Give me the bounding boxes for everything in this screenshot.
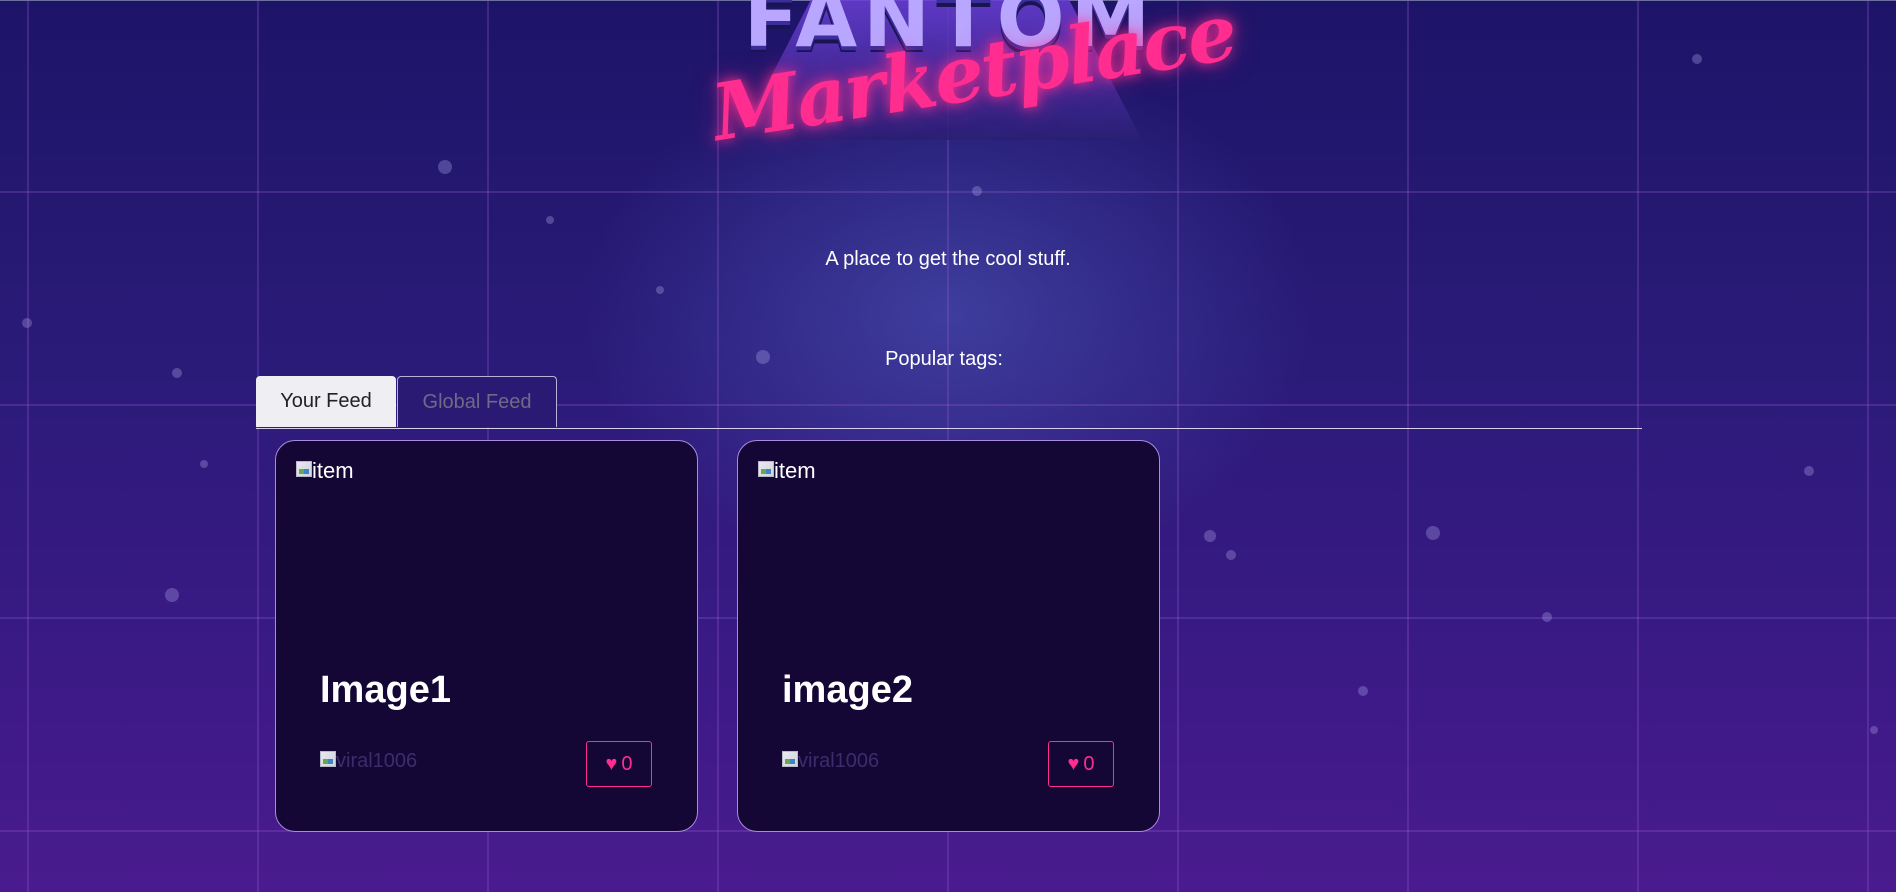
broken-image-icon bbox=[296, 461, 312, 477]
author-alt: viral1006 bbox=[336, 750, 418, 772]
broken-image-icon bbox=[758, 461, 774, 477]
tagline: A place to get the cool stuff. bbox=[825, 248, 1071, 270]
author-alt: viral1006 bbox=[798, 750, 880, 772]
marketplace-logo: FANTOM Marketplace bbox=[650, 0, 1250, 160]
background-particle bbox=[22, 318, 32, 328]
item-title[interactable]: image2 bbox=[782, 669, 913, 712]
author-avatar[interactable]: viral1006 bbox=[320, 751, 417, 771]
background-particle bbox=[656, 286, 664, 294]
feed-tabs: Your Feed Global Feed bbox=[256, 376, 1642, 429]
background-particle bbox=[1358, 686, 1368, 696]
like-button[interactable]: ♥ 0 bbox=[586, 741, 652, 787]
tab-global-feed[interactable]: Global Feed bbox=[397, 376, 557, 427]
item-image[interactable]: item bbox=[296, 458, 354, 483]
background-particle bbox=[1692, 54, 1702, 64]
item-title[interactable]: Image1 bbox=[320, 669, 451, 712]
background-particle bbox=[972, 186, 982, 196]
background-particle bbox=[438, 160, 452, 174]
item-image-alt: item bbox=[774, 458, 816, 483]
item-image[interactable]: item bbox=[758, 458, 816, 483]
background-particle bbox=[1870, 726, 1878, 734]
broken-image-icon bbox=[782, 751, 798, 767]
background-particle bbox=[1542, 612, 1552, 622]
background-particle bbox=[1204, 530, 1216, 542]
item-card[interactable]: item image2 viral1006 ♥ 0 bbox=[737, 440, 1160, 832]
item-card[interactable]: item Image1 viral1006 ♥ 0 bbox=[275, 440, 698, 832]
like-count: 0 bbox=[1083, 752, 1095, 775]
background-particle bbox=[165, 588, 179, 602]
like-button[interactable]: ♥ 0 bbox=[1048, 741, 1114, 787]
popular-tags-label: Popular tags: bbox=[885, 348, 1003, 370]
tab-your-feed[interactable]: Your Feed bbox=[256, 376, 396, 427]
like-count: 0 bbox=[621, 752, 633, 775]
heart-icon: ♥ bbox=[1067, 753, 1080, 775]
heart-icon: ♥ bbox=[605, 753, 618, 775]
broken-image-icon bbox=[320, 751, 336, 767]
item-image-alt: item bbox=[312, 458, 354, 483]
background-particle bbox=[1426, 526, 1440, 540]
background-particle bbox=[1226, 550, 1236, 560]
background-particle bbox=[546, 216, 554, 224]
background-particle bbox=[200, 460, 208, 468]
author-avatar[interactable]: viral1006 bbox=[782, 751, 879, 771]
background-particle bbox=[1804, 466, 1814, 476]
